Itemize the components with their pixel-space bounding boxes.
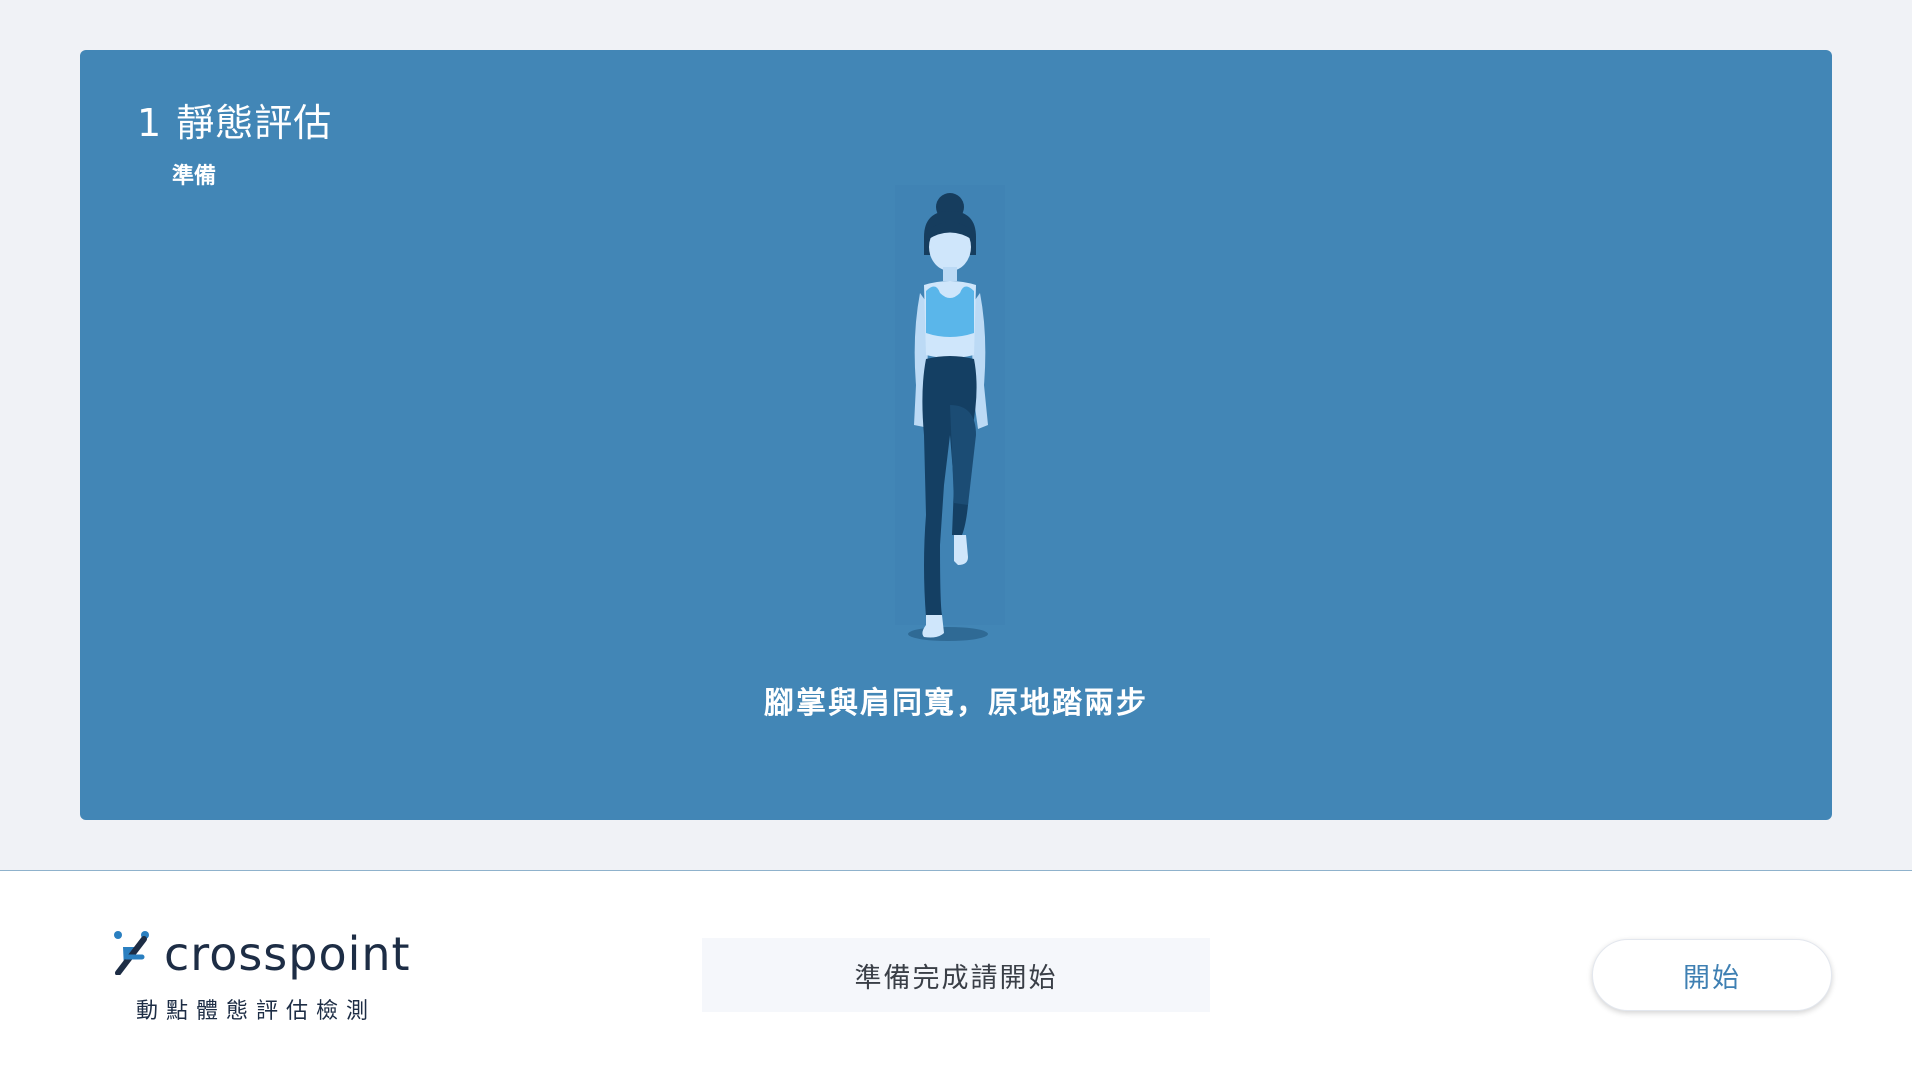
start-button[interactable]: 開始 [1592,939,1832,1011]
step-number: 1 [137,101,163,145]
standing-woman-illustration [850,185,1050,655]
brand-name: crosspoint [164,927,411,981]
footer-bar: crosspoint 動點體態評估檢測 準備完成請開始 開始 [0,871,1912,1080]
instruction-text: 腳掌與肩同寬，原地踏兩步 [764,686,1148,721]
status-message: 準備完成請開始 [702,938,1210,1012]
brand-tagline: 動點體態評估檢測 [136,999,377,1024]
exercise-panel: 1 靜態評估 準備 腳掌與肩同寬，原地踏兩步 [80,50,1832,820]
crosspoint-logo-icon [112,929,150,979]
brand-logo: crosspoint 動點體態評估檢測 [112,927,412,1037]
step-title: 靜態評估 [176,101,333,145]
step-subtitle: 準備 [172,164,217,189]
step-heading: 1 靜態評估 [137,92,332,147]
